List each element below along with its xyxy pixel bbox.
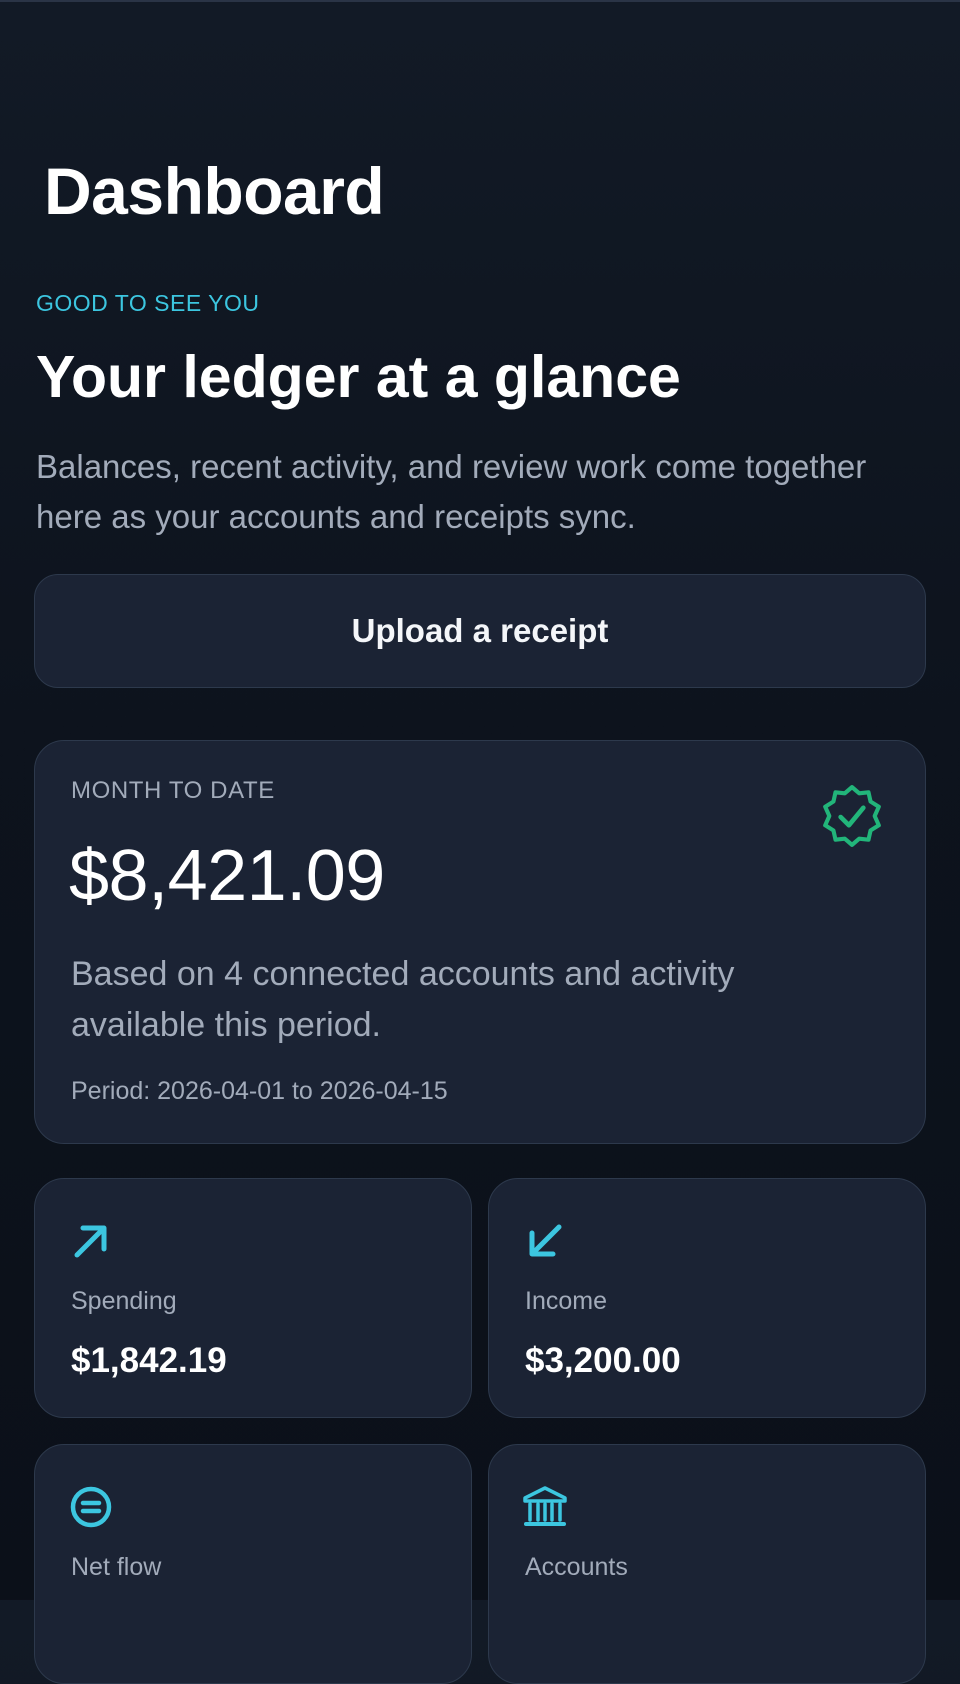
accounts-card[interactable]: Accounts [488, 1444, 926, 1684]
page-title: Dashboard [44, 154, 385, 228]
hero-title: Your ledger at a glance [36, 344, 681, 410]
accounts-label: Accounts [525, 1553, 628, 1581]
period-range: Period: 2026-04-01 to 2026-04-15 [71, 1077, 448, 1105]
spending-value: $1,842.19 [71, 1341, 227, 1380]
income-card[interactable]: Income $3,200.00 [488, 1178, 926, 1418]
top-divider [0, 0, 960, 2]
arrow-down-left-icon [529, 1224, 562, 1257]
upload-receipt-label: Upload a receipt [351, 612, 609, 649]
verified-badge-icon [823, 785, 881, 847]
net-flow-card[interactable]: Net flow [34, 1444, 472, 1684]
bank-icon [523, 1486, 567, 1526]
spending-card[interactable]: Spending $1,842.19 [34, 1178, 472, 1418]
income-label: Income [525, 1287, 607, 1315]
month-to-date-card: MONTH TO DATE $8,421.09 Based on 4 conne… [34, 740, 926, 1144]
hero-subtitle: Balances, recent activity, and review wo… [36, 448, 867, 535]
month-to-date-description: Based on 4 connected accounts and activi… [71, 955, 735, 1044]
equals-circle-icon [70, 1486, 112, 1528]
arrow-up-right-icon [74, 1225, 107, 1258]
spending-label: Spending [71, 1287, 177, 1315]
net-flow-label: Net flow [71, 1553, 162, 1581]
upload-receipt-button[interactable]: Upload a receipt [34, 574, 926, 688]
month-to-date-label: MONTH TO DATE [71, 777, 275, 804]
greeting-eyebrow: GOOD TO SEE YOU [36, 290, 260, 316]
month-to-date-amount: $8,421.09 [69, 836, 385, 916]
income-value: $3,200.00 [525, 1341, 681, 1380]
